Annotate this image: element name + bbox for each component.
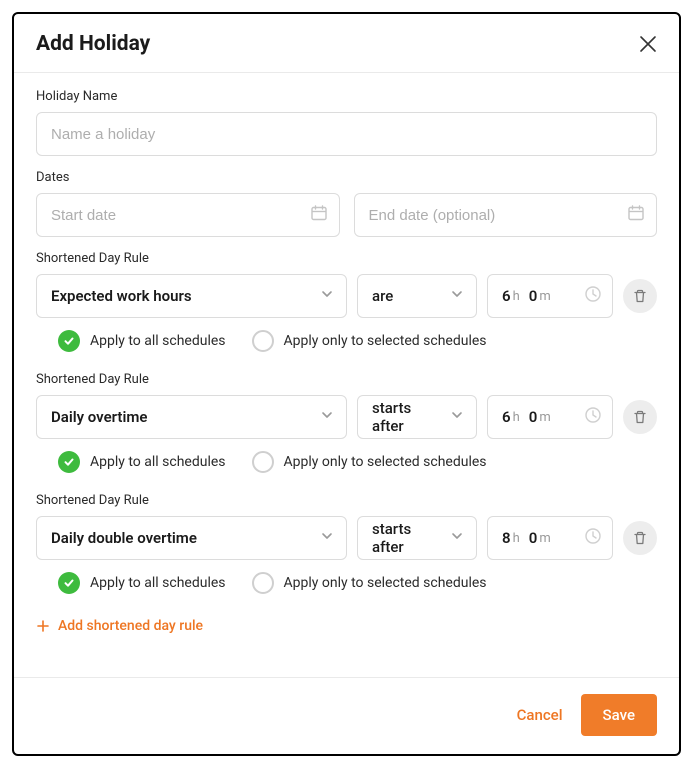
start-date-wrap <box>36 193 340 237</box>
rule-operator-select[interactable]: starts after <box>357 516 477 560</box>
rule-operator-select[interactable]: starts after <box>357 395 477 439</box>
rule-operator-value: starts after <box>372 399 438 435</box>
end-date-input[interactable] <box>354 193 658 237</box>
apply-selected-label: Apply only to selected schedules <box>284 575 487 591</box>
radio-unchecked-icon <box>252 451 274 473</box>
clock-icon <box>584 527 602 549</box>
chevron-down-icon <box>320 287 334 305</box>
check-icon <box>58 572 80 594</box>
time-minutes: 0 <box>529 529 538 547</box>
rule-scope-row: Apply to all schedules Apply only to sel… <box>36 318 657 358</box>
add-holiday-modal: Add Holiday Holiday Name Dates <box>12 12 681 756</box>
time-minutes-unit: m <box>539 289 550 304</box>
time-hours: 6 <box>502 408 511 426</box>
radio-unchecked-icon <box>252 572 274 594</box>
plus-icon <box>36 619 50 633</box>
time-hours-unit: h <box>513 289 520 304</box>
time-hours: 8 <box>502 529 511 547</box>
chevron-down-icon <box>320 529 334 547</box>
trash-icon <box>632 530 648 546</box>
chevron-down-icon <box>450 287 464 305</box>
clock-icon <box>584 406 602 428</box>
apply-all-option[interactable]: Apply to all schedules <box>58 451 226 473</box>
close-icon <box>639 35 657 53</box>
dates-row <box>36 193 657 237</box>
cancel-button[interactable]: Cancel <box>517 706 563 724</box>
time-minutes: 0 <box>529 287 538 305</box>
clock-icon <box>584 285 602 307</box>
apply-selected-label: Apply only to selected schedules <box>284 454 487 470</box>
save-button[interactable]: Save <box>581 694 657 736</box>
rule-operator-value: starts after <box>372 520 438 556</box>
apply-selected-label: Apply only to selected schedules <box>284 333 487 349</box>
modal-header: Add Holiday <box>14 14 679 72</box>
rule-label: Shortened Day Rule <box>36 372 657 387</box>
rule-type-value: Daily double overtime <box>51 529 197 547</box>
rule-time-input[interactable]: 6 h 0 m <box>487 274 613 318</box>
time-hours: 6 <box>502 287 511 305</box>
delete-rule-button[interactable] <box>623 279 657 313</box>
modal-title: Add Holiday <box>36 32 150 56</box>
rule-scope-row: Apply to all schedules Apply only to sel… <box>36 560 657 600</box>
chevron-down-icon <box>450 529 464 547</box>
rule-scope-row: Apply to all schedules Apply only to sel… <box>36 439 657 479</box>
rule-type-select[interactable]: Expected work hours <box>36 274 347 318</box>
trash-icon <box>632 409 648 425</box>
rule-row: Expected work hours are 6 h 0 m <box>36 274 657 318</box>
apply-all-label: Apply to all schedules <box>90 575 226 591</box>
end-date-wrap <box>354 193 658 237</box>
modal-body: Holiday Name Dates Shortened Day Rule Ex… <box>14 73 679 677</box>
apply-all-label: Apply to all schedules <box>90 454 226 470</box>
rule-time-input[interactable]: 6 h 0 m <box>487 395 613 439</box>
add-rule-label: Add shortened day rule <box>58 618 203 634</box>
time-hours-unit: h <box>513 531 520 546</box>
dates-label: Dates <box>36 170 657 185</box>
rule-type-select[interactable]: Daily overtime <box>36 395 347 439</box>
apply-selected-option[interactable]: Apply only to selected schedules <box>252 572 487 594</box>
apply-selected-option[interactable]: Apply only to selected schedules <box>252 330 487 352</box>
rule-time-input[interactable]: 8 h 0 m <box>487 516 613 560</box>
holiday-name-input[interactable] <box>36 112 657 156</box>
rule-type-value: Expected work hours <box>51 287 192 305</box>
close-button[interactable] <box>639 35 657 53</box>
delete-rule-button[interactable] <box>623 521 657 555</box>
apply-selected-option[interactable]: Apply only to selected schedules <box>252 451 487 473</box>
time-minutes-unit: m <box>539 410 550 425</box>
add-rule-button[interactable]: Add shortened day rule <box>36 618 657 634</box>
time-minutes: 0 <box>529 408 538 426</box>
rule-label: Shortened Day Rule <box>36 251 657 266</box>
holiday-name-label: Holiday Name <box>36 89 657 104</box>
start-date-input[interactable] <box>36 193 340 237</box>
apply-all-label: Apply to all schedules <box>90 333 226 349</box>
check-icon <box>58 330 80 352</box>
apply-all-option[interactable]: Apply to all schedules <box>58 330 226 352</box>
apply-all-option[interactable]: Apply to all schedules <box>58 572 226 594</box>
check-icon <box>58 451 80 473</box>
delete-rule-button[interactable] <box>623 400 657 434</box>
rule-operator-select[interactable]: are <box>357 274 477 318</box>
time-hours-unit: h <box>513 410 520 425</box>
chevron-down-icon <box>450 408 464 426</box>
rule-row: Daily overtime starts after 6 h 0 m <box>36 395 657 439</box>
rule-label: Shortened Day Rule <box>36 493 657 508</box>
chevron-down-icon <box>320 408 334 426</box>
radio-unchecked-icon <box>252 330 274 352</box>
time-minutes-unit: m <box>539 531 550 546</box>
rule-type-value: Daily overtime <box>51 408 147 426</box>
trash-icon <box>632 288 648 304</box>
rule-type-select[interactable]: Daily double overtime <box>36 516 347 560</box>
modal-footer: Cancel Save <box>14 677 679 754</box>
rule-operator-value: are <box>372 287 393 305</box>
rule-row: Daily double overtime starts after 8 h 0… <box>36 516 657 560</box>
